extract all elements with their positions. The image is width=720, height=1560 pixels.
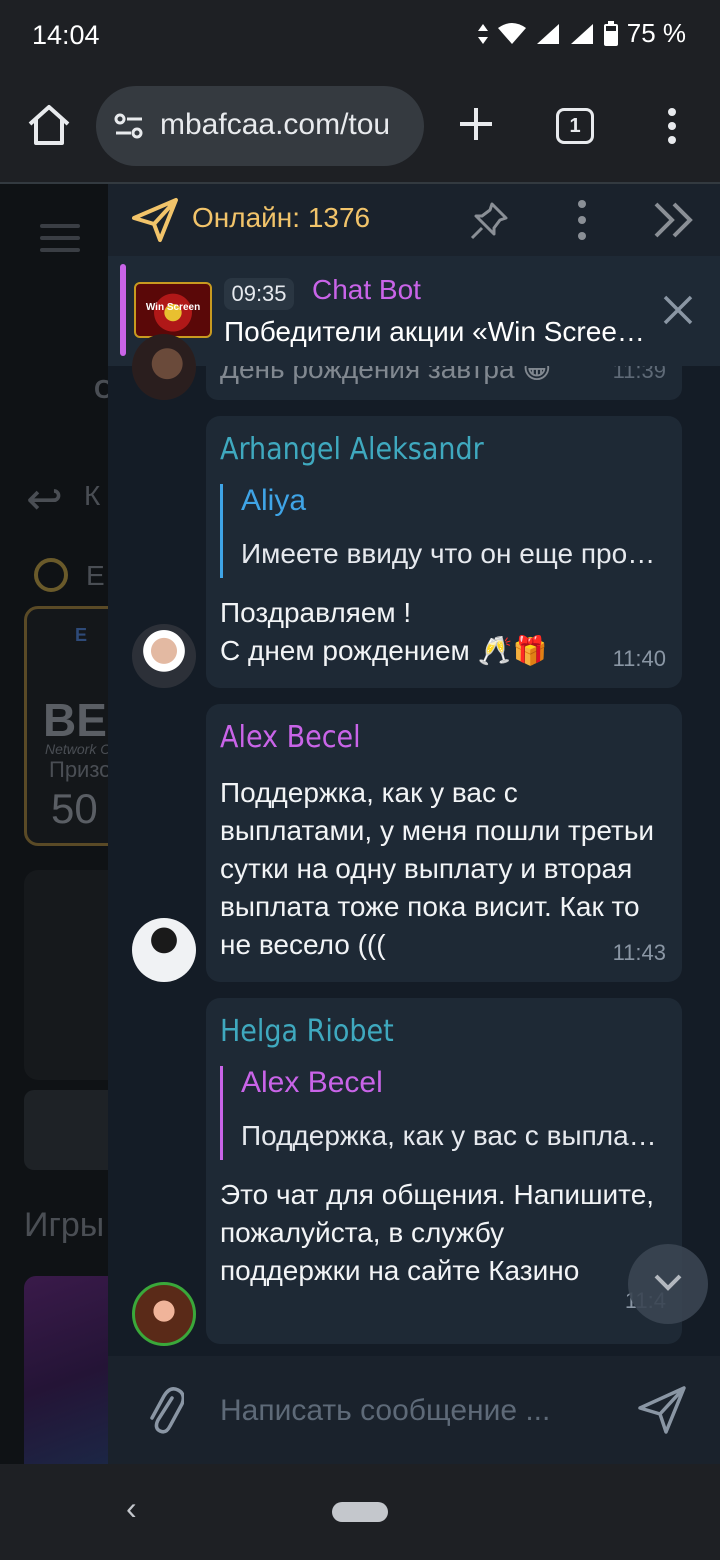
quote-text: Имеете ввиду что он еще прос…	[241, 538, 669, 569]
browser-toolbar: mbafcaa.com/tou 1	[0, 72, 720, 184]
quote-author: Alex Becel	[241, 1066, 383, 1099]
message-bubble: Helga Riobet Alex Becel Поддержка, как у…	[206, 998, 682, 1344]
message-line: Это чат для общения. Напишите,	[220, 1179, 655, 1210]
promo-title: BE	[43, 694, 107, 746]
page-partial-text-2: К	[84, 480, 101, 511]
promo-prize-label: Призо	[49, 757, 112, 782]
reply-quote[interactable]: Aliya Имеете ввиду что он еще прос…	[220, 484, 669, 578]
pin-icon[interactable]	[468, 200, 510, 242]
collapse-chat-icon[interactable]	[652, 200, 698, 240]
promo-network: Network C	[45, 741, 111, 757]
promo-prize-value: 50	[51, 785, 98, 832]
avatar[interactable]	[132, 334, 196, 400]
address-bar[interactable]: mbafcaa.com/tou	[96, 86, 424, 166]
signal-icon	[536, 23, 559, 44]
pinned-accent-bar	[120, 264, 126, 356]
message-bubble: День рождения завтра 😁 11:39	[206, 366, 682, 400]
chat-header: Онлайн: 1376	[108, 184, 720, 256]
new-tab-icon[interactable]	[454, 102, 498, 146]
chevron-down-icon	[654, 1274, 682, 1291]
message-line: сутки на одну выплату и вторая	[220, 853, 633, 884]
data-transfer-icon	[477, 23, 488, 44]
avatar[interactable]	[132, 1282, 196, 1346]
message-text: Это чат для общения. Напишите, пожалуйст…	[220, 1176, 668, 1290]
chat-menu-icon[interactable]	[574, 198, 590, 242]
attach-icon[interactable]	[144, 1384, 184, 1436]
chat-logo-icon	[132, 198, 178, 242]
back-arrow-icon[interactable]: ↩	[26, 474, 63, 525]
message-author[interactable]: Alex Becel	[220, 720, 361, 755]
message-author[interactable]: Helga Riobet	[220, 1014, 394, 1049]
status-time: 14:04	[32, 20, 100, 50]
message-line: Поздравляем !	[220, 597, 412, 628]
scroll-down-button[interactable]	[628, 1244, 708, 1324]
message-line: С днем рождением 🥂🎁	[220, 635, 548, 666]
battery-percent: 75 %	[626, 18, 686, 48]
nav-home-pill[interactable]	[332, 1502, 388, 1522]
send-icon[interactable]	[636, 1384, 688, 1436]
reply-quote[interactable]: Alex Becel Поддержка, как у вас с выпла…	[220, 1066, 668, 1160]
message-line: не весело (((	[220, 929, 386, 960]
message-bubble: Alex Becel Поддержка, как у вас с выплат…	[206, 704, 682, 982]
message-time: 11:43	[612, 940, 666, 965]
battery-icon	[603, 20, 618, 46]
message-text: День рождения завтра 😁	[220, 366, 552, 384]
tab-switcher-button[interactable]: 1	[556, 108, 594, 144]
message-bubble: Arhangel Aleksandr Aliya Имеете ввиду чт…	[206, 416, 682, 688]
clock-icon	[34, 558, 68, 592]
system-nav-bar: ‹	[0, 1464, 720, 1560]
message-input[interactable]: Написать сообщение ...	[220, 1394, 550, 1428]
wifi-icon	[497, 22, 526, 44]
chat-panel: Онлайн: 1376 Win Screen 09:35 Chat Bot П…	[108, 184, 720, 1464]
online-count: Онлайн: 1376	[192, 202, 371, 233]
pinned-text: Победители акции «Win Screen…	[224, 316, 654, 347]
status-bar: 14:04 75 %	[0, 0, 720, 72]
more-menu-icon[interactable]	[660, 106, 684, 146]
site-settings-icon[interactable]	[114, 112, 144, 140]
message-time: 11:40	[612, 646, 666, 671]
pinned-author: Chat Bot	[312, 274, 421, 305]
home-icon[interactable]	[24, 100, 74, 150]
quote-text: Поддержка, как у вас с выпла…	[241, 1120, 657, 1151]
avatar[interactable]	[132, 918, 196, 982]
message-time: 11:39	[612, 366, 666, 383]
message-line: Поддержка, как у вас с	[220, 777, 518, 808]
message-line: выплатами, у меня пошли третьи	[220, 815, 655, 846]
pinned-thumbnail: Win Screen	[134, 282, 212, 338]
games-heading: Игры	[24, 1206, 105, 1244]
message-composer: Написать сообщение ...	[108, 1356, 720, 1464]
hamburger-menu-icon[interactable]	[40, 224, 80, 252]
signal-icon-2	[570, 23, 593, 44]
close-icon[interactable]	[662, 294, 694, 326]
nav-back-icon[interactable]: ‹	[126, 1490, 137, 1527]
message-line: выплата тоже пока висит. Как то	[220, 891, 640, 922]
url-text[interactable]: mbafcaa.com/tou	[160, 108, 390, 142]
message-text: Поздравляем ! С днем рождением 🥂🎁	[220, 594, 668, 670]
message-text: Поддержка, как у вас с выплатами, у меня…	[220, 774, 668, 964]
message-line: поддержки на сайте Казино	[220, 1255, 580, 1286]
page-partial-text-3: Е	[86, 560, 105, 591]
message-line: пожалуйста, в службу	[220, 1217, 505, 1248]
pinned-message[interactable]: Win Screen 09:35 Chat Bot Победители акц…	[108, 256, 720, 366]
pinned-time: 09:35	[224, 278, 294, 310]
promo-logo: E	[75, 625, 88, 645]
pinned-thumbnail-text: Win Screen	[145, 302, 201, 313]
message-author[interactable]: Arhangel Aleksandr	[220, 432, 484, 467]
avatar[interactable]	[132, 624, 196, 688]
quote-author: Aliya	[241, 484, 307, 517]
status-icons: 75 %	[477, 18, 686, 49]
